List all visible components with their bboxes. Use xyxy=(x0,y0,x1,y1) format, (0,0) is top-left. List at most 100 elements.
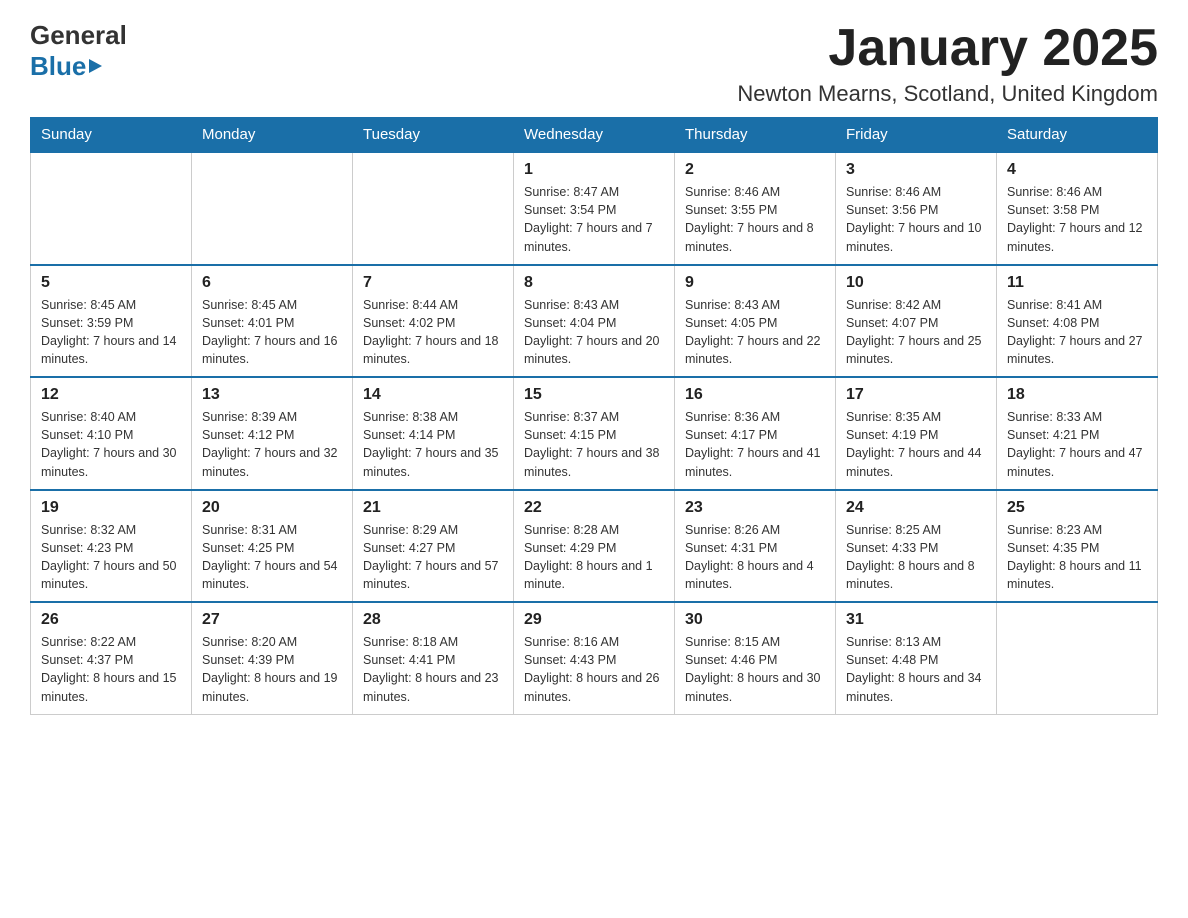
day-info: Sunrise: 8:35 AMSunset: 4:19 PMDaylight:… xyxy=(846,408,986,481)
day-number: 20 xyxy=(202,499,342,517)
day-info: Sunrise: 8:20 AMSunset: 4:39 PMDaylight:… xyxy=(202,633,342,706)
calendar-day-cell: 27 Sunrise: 8:20 AMSunset: 4:39 PMDayligh… xyxy=(192,602,353,714)
calendar-week-row: 26 Sunrise: 8:22 AMSunset: 4:37 PMDayligh… xyxy=(31,602,1158,714)
logo: General Blue xyxy=(30,20,127,82)
day-number: 10 xyxy=(846,274,986,292)
day-number: 9 xyxy=(685,274,825,292)
weekday-header: Wednesday xyxy=(514,118,675,153)
day-info: Sunrise: 8:43 AMSunset: 4:05 PMDaylight:… xyxy=(685,296,825,369)
day-info: Sunrise: 8:16 AMSunset: 4:43 PMDaylight:… xyxy=(524,633,664,706)
day-number: 26 xyxy=(41,611,181,629)
day-info: Sunrise: 8:41 AMSunset: 4:08 PMDaylight:… xyxy=(1007,296,1147,369)
weekday-header: Friday xyxy=(836,118,997,153)
day-info: Sunrise: 8:45 AMSunset: 4:01 PMDaylight:… xyxy=(202,296,342,369)
day-number: 28 xyxy=(363,611,503,629)
day-info: Sunrise: 8:25 AMSunset: 4:33 PMDaylight:… xyxy=(846,521,986,594)
calendar-day-cell: 30 Sunrise: 8:15 AMSunset: 4:46 PMDayligh… xyxy=(675,602,836,714)
calendar-day-cell: 4 Sunrise: 8:46 AMSunset: 3:58 PMDaylight… xyxy=(997,152,1158,265)
day-info: Sunrise: 8:13 AMSunset: 4:48 PMDaylight:… xyxy=(846,633,986,706)
day-info: Sunrise: 8:42 AMSunset: 4:07 PMDaylight:… xyxy=(846,296,986,369)
day-number: 7 xyxy=(363,274,503,292)
calendar-week-row: 5 Sunrise: 8:45 AMSunset: 3:59 PMDaylight… xyxy=(31,265,1158,378)
day-info: Sunrise: 8:38 AMSunset: 4:14 PMDaylight:… xyxy=(363,408,503,481)
day-info: Sunrise: 8:46 AMSunset: 3:56 PMDaylight:… xyxy=(846,183,986,256)
day-number: 19 xyxy=(41,499,181,517)
logo-line1: General xyxy=(30,20,127,51)
day-info: Sunrise: 8:33 AMSunset: 4:21 PMDaylight:… xyxy=(1007,408,1147,481)
month-title: January 2025 xyxy=(737,20,1158,77)
day-number: 24 xyxy=(846,499,986,517)
calendar-day-cell: 8 Sunrise: 8:43 AMSunset: 4:04 PMDaylight… xyxy=(514,265,675,378)
calendar-day-cell: 20Sunrise: 8:31 AMSunset: 4:25 PMDayligh… xyxy=(192,490,353,603)
day-info: Sunrise: 8:46 AMSunset: 3:58 PMDaylight:… xyxy=(1007,183,1147,256)
day-number: 18 xyxy=(1007,386,1147,404)
calendar-day-cell: 26 Sunrise: 8:22 AMSunset: 4:37 PMDayligh… xyxy=(31,602,192,714)
day-info: Sunrise: 8:39 AMSunset: 4:12 PMDaylight:… xyxy=(202,408,342,481)
calendar-day-cell: 18 Sunrise: 8:33 AMSunset: 4:21 PMDayligh… xyxy=(997,377,1158,490)
day-number: 8 xyxy=(524,274,664,292)
calendar-day-cell: 5 Sunrise: 8:45 AMSunset: 3:59 PMDaylight… xyxy=(31,265,192,378)
day-number: 6 xyxy=(202,274,342,292)
day-number: 22 xyxy=(524,499,664,517)
day-number: 4 xyxy=(1007,161,1147,179)
calendar-day-cell: 25 Sunrise: 8:23 AMSunset: 4:35 PMDayligh… xyxy=(997,490,1158,603)
calendar-day-cell: 3Sunrise: 8:46 AMSunset: 3:56 PMDaylight… xyxy=(836,152,997,265)
calendar-day-cell: 13 Sunrise: 8:39 AMSunset: 4:12 PMDayligh… xyxy=(192,377,353,490)
calendar-day-cell xyxy=(997,602,1158,714)
calendar-day-cell: 24 Sunrise: 8:25 AMSunset: 4:33 PMDayligh… xyxy=(836,490,997,603)
day-number: 2 xyxy=(685,161,825,179)
calendar-day-cell: 22 Sunrise: 8:28 AMSunset: 4:29 PMDayligh… xyxy=(514,490,675,603)
calendar-week-row: 19 Sunrise: 8:32 AMSunset: 4:23 PMDayligh… xyxy=(31,490,1158,603)
day-info: Sunrise: 8:23 AMSunset: 4:35 PMDaylight:… xyxy=(1007,521,1147,594)
calendar-day-cell: 19 Sunrise: 8:32 AMSunset: 4:23 PMDayligh… xyxy=(31,490,192,603)
day-number: 25 xyxy=(1007,499,1147,517)
day-info: Sunrise: 8:29 AMSunset: 4:27 PMDaylight:… xyxy=(363,521,503,594)
day-info: Sunrise: 8:45 AMSunset: 3:59 PMDaylight:… xyxy=(41,296,181,369)
calendar-day-cell: 21 Sunrise: 8:29 AMSunset: 4:27 PMDayligh… xyxy=(353,490,514,603)
calendar-day-cell: 6 Sunrise: 8:45 AMSunset: 4:01 PMDaylight… xyxy=(192,265,353,378)
day-number: 29 xyxy=(524,611,664,629)
day-number: 16 xyxy=(685,386,825,404)
day-number: 23 xyxy=(685,499,825,517)
calendar-day-cell: 17 Sunrise: 8:35 AMSunset: 4:19 PMDayligh… xyxy=(836,377,997,490)
day-number: 11 xyxy=(1007,274,1147,292)
day-info: Sunrise: 8:47 AMSunset: 3:54 PMDaylight:… xyxy=(524,183,664,256)
weekday-header: Saturday xyxy=(997,118,1158,153)
day-number: 21 xyxy=(363,499,503,517)
day-number: 1 xyxy=(524,161,664,179)
day-info: Sunrise: 8:22 AMSunset: 4:37 PMDaylight:… xyxy=(41,633,181,706)
title-block: January 2025 Newton Mearns, Scotland, Un… xyxy=(737,20,1158,107)
day-info: Sunrise: 8:15 AMSunset: 4:46 PMDaylight:… xyxy=(685,633,825,706)
day-number: 5 xyxy=(41,274,181,292)
day-info: Sunrise: 8:44 AMSunset: 4:02 PMDaylight:… xyxy=(363,296,503,369)
calendar-day-cell: 1 Sunrise: 8:47 AMSunset: 3:54 PMDaylight… xyxy=(514,152,675,265)
day-number: 13 xyxy=(202,386,342,404)
day-number: 14 xyxy=(363,386,503,404)
day-info: Sunrise: 8:28 AMSunset: 4:29 PMDaylight:… xyxy=(524,521,664,594)
logo-text: General Blue xyxy=(30,20,127,82)
day-number: 17 xyxy=(846,386,986,404)
day-info: Sunrise: 8:32 AMSunset: 4:23 PMDaylight:… xyxy=(41,521,181,594)
day-info: Sunrise: 8:43 AMSunset: 4:04 PMDaylight:… xyxy=(524,296,664,369)
calendar-table: SundayMondayTuesdayWednesdayThursdayFrid… xyxy=(30,117,1158,715)
logo-triangle-icon xyxy=(89,59,102,73)
calendar-day-cell: 31 Sunrise: 8:13 AMSunset: 4:48 PMDayligh… xyxy=(836,602,997,714)
day-number: 30 xyxy=(685,611,825,629)
calendar-day-cell xyxy=(31,152,192,265)
day-info: Sunrise: 8:37 AMSunset: 4:15 PMDaylight:… xyxy=(524,408,664,481)
day-number: 31 xyxy=(846,611,986,629)
day-number: 12 xyxy=(41,386,181,404)
calendar-day-cell xyxy=(192,152,353,265)
weekday-header-row: SundayMondayTuesdayWednesdayThursdayFrid… xyxy=(31,118,1158,153)
day-info: Sunrise: 8:18 AMSunset: 4:41 PMDaylight:… xyxy=(363,633,503,706)
calendar-day-cell: 29 Sunrise: 8:16 AMSunset: 4:43 PMDayligh… xyxy=(514,602,675,714)
day-number: 27 xyxy=(202,611,342,629)
weekday-header: Sunday xyxy=(31,118,192,153)
calendar-day-cell: 14 Sunrise: 8:38 AMSunset: 4:14 PMDayligh… xyxy=(353,377,514,490)
page-header: General Blue January 2025 Newton Mearns,… xyxy=(30,20,1158,107)
calendar-day-cell: 15Sunrise: 8:37 AMSunset: 4:15 PMDayligh… xyxy=(514,377,675,490)
calendar-day-cell: 7 Sunrise: 8:44 AMSunset: 4:02 PMDaylight… xyxy=(353,265,514,378)
calendar-week-row: 1 Sunrise: 8:47 AMSunset: 3:54 PMDaylight… xyxy=(31,152,1158,265)
calendar-day-cell: 2Sunrise: 8:46 AMSunset: 3:55 PMDaylight… xyxy=(675,152,836,265)
day-info: Sunrise: 8:26 AMSunset: 4:31 PMDaylight:… xyxy=(685,521,825,594)
